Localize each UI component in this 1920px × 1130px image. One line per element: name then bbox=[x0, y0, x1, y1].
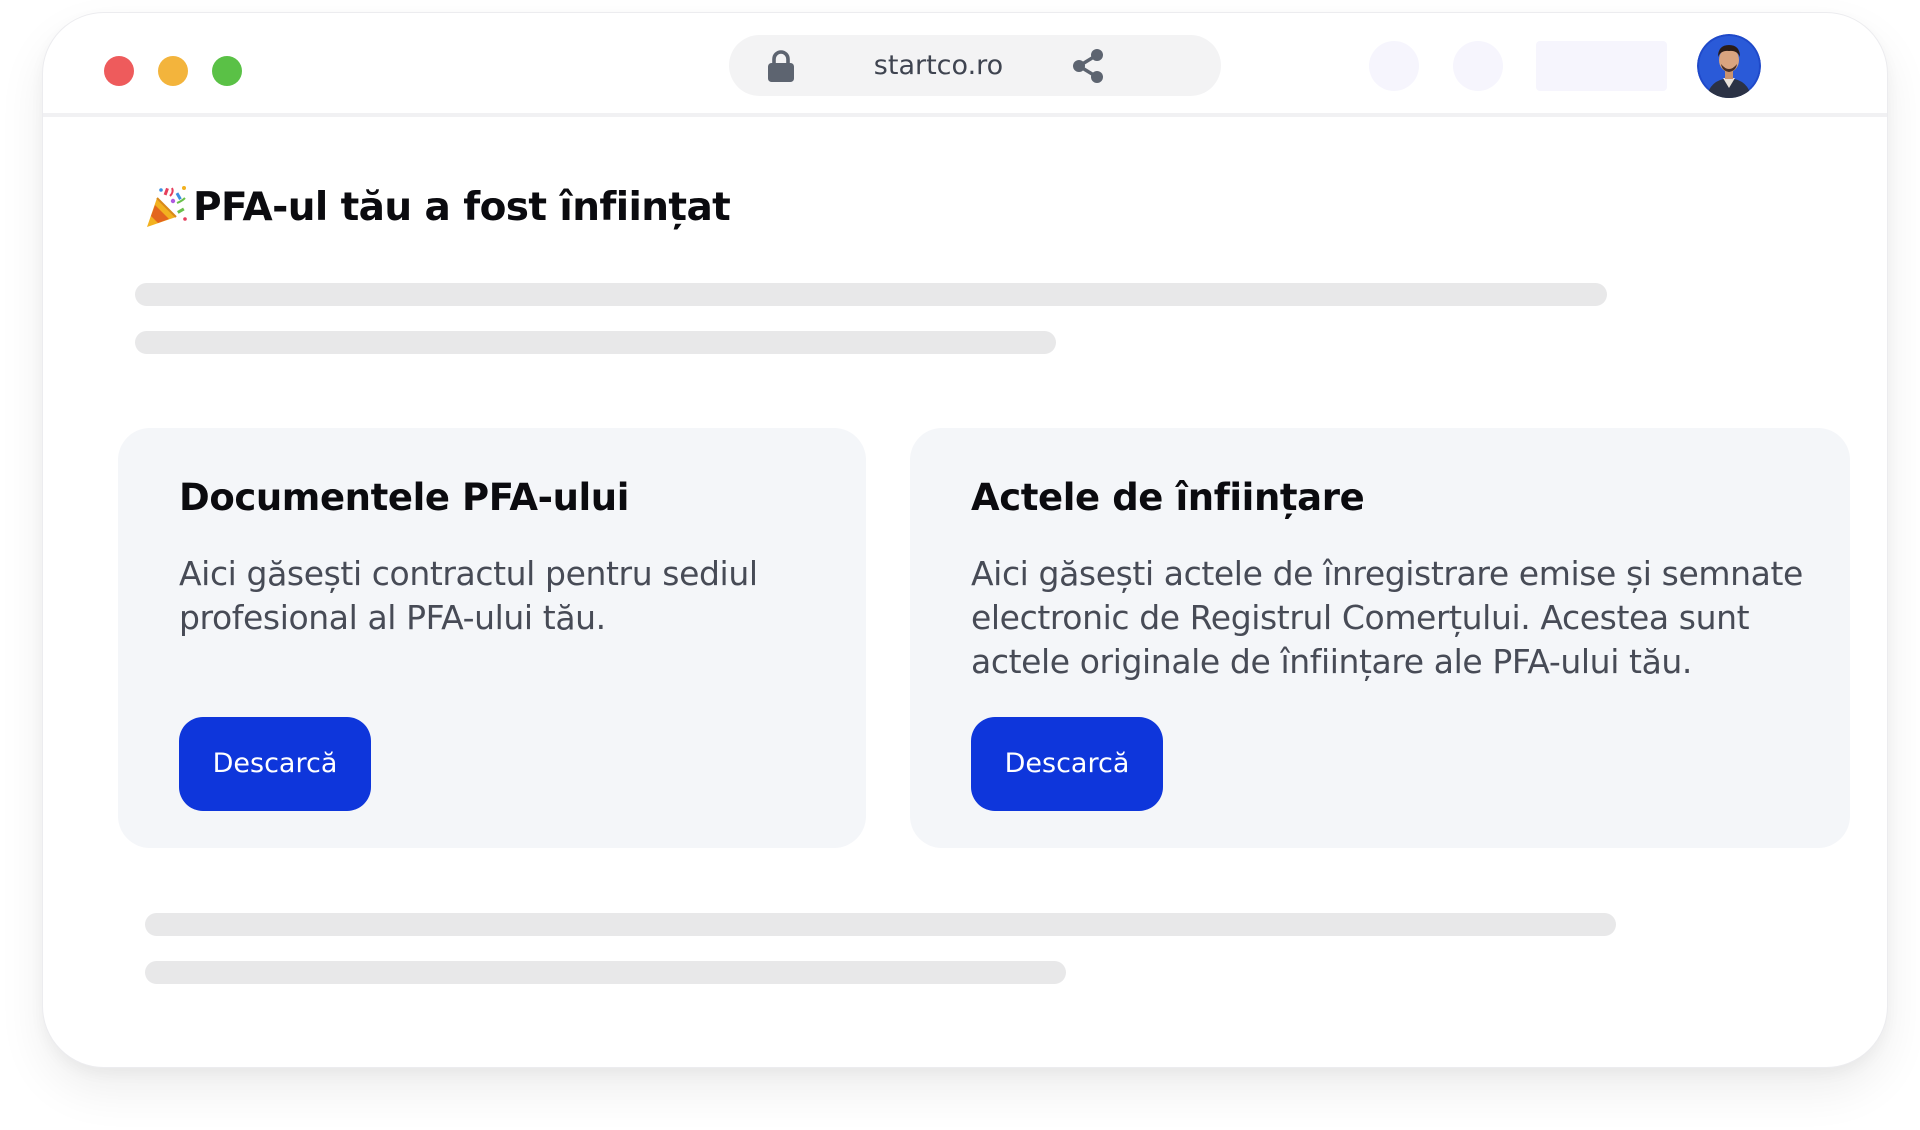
page-title-row: PFA-ul tău a fost înființat bbox=[143, 181, 731, 233]
lock-icon bbox=[768, 50, 794, 82]
toolbar-placeholder-block[interactable] bbox=[1536, 41, 1667, 91]
card-title: Actele de înființare bbox=[971, 476, 1365, 519]
toolbar-placeholder-button[interactable] bbox=[1453, 41, 1503, 91]
skeleton-line bbox=[135, 283, 1607, 306]
toolbar-placeholder-button[interactable] bbox=[1369, 41, 1419, 91]
download-documents-button[interactable]: Descarcă bbox=[179, 717, 371, 811]
card-description: Aici găsești actele de înregistrare emis… bbox=[971, 554, 1803, 681]
browser-toolbar: startco.ro bbox=[43, 13, 1887, 117]
url-text: startco.ro bbox=[873, 50, 1004, 81]
close-window-button[interactable] bbox=[104, 56, 134, 86]
address-bar[interactable]: startco.ro bbox=[729, 35, 1221, 96]
maximize-window-button[interactable] bbox=[212, 56, 242, 86]
card-documents: Documentele PFA-ului Aici găsești contra… bbox=[118, 428, 866, 848]
minimize-window-button[interactable] bbox=[158, 56, 188, 86]
user-avatar[interactable] bbox=[1697, 34, 1761, 98]
avatar-icon bbox=[1697, 34, 1761, 98]
card-founding-acts: Actele de înființare Aici găsești actele… bbox=[910, 428, 1850, 848]
download-acts-button[interactable]: Descarcă bbox=[971, 717, 1163, 811]
browser-window: startco.ro PFA-ul tău a fost înființat D… bbox=[42, 12, 1888, 1068]
skeleton-line bbox=[145, 961, 1066, 984]
skeleton-line bbox=[135, 331, 1056, 354]
card-title: Documentele PFA-ului bbox=[179, 476, 630, 519]
party-popper-icon bbox=[147, 186, 187, 227]
page-title: PFA-ul tău a fost înființat bbox=[193, 184, 731, 230]
skeleton-line bbox=[145, 913, 1616, 936]
card-description: Aici găsești contractul pentru sediul pr… bbox=[179, 554, 758, 637]
share-icon[interactable] bbox=[1069, 47, 1107, 85]
